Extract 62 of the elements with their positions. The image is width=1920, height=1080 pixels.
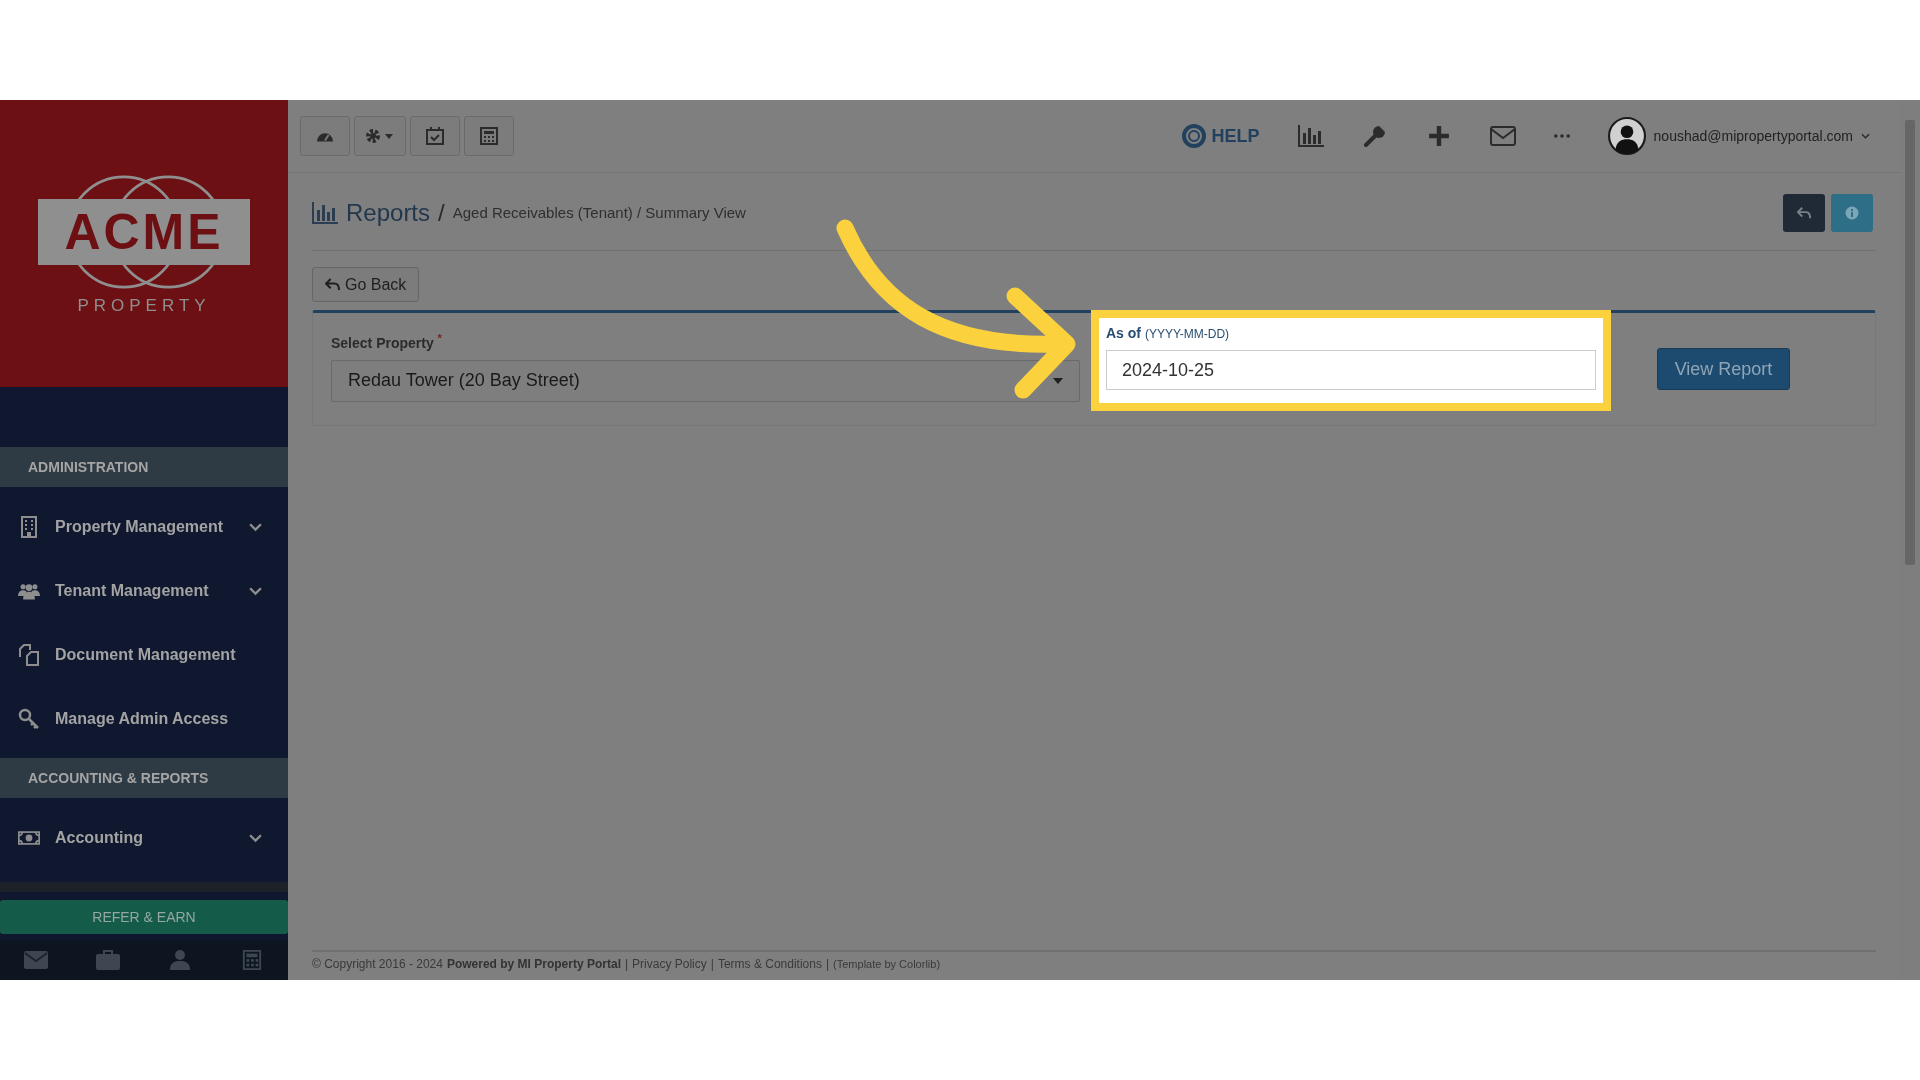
chevron-icon (249, 833, 262, 843)
user-menu[interactable]: noushad@mipropertyportal.com (1607, 117, 1870, 155)
info-button[interactable] (1831, 193, 1873, 232)
caret-icon (1861, 133, 1870, 139)
view-report-button[interactable]: View Report (1657, 348, 1790, 390)
user-icon[interactable] (168, 950, 192, 970)
back-button[interactable] (1783, 193, 1825, 232)
calculator-button[interactable] (464, 116, 514, 156)
section-header: ADMINISTRATION (0, 447, 288, 487)
footer-link[interactable]: Terms & Conditions (717, 957, 822, 971)
copyright-text: © Copyright 2016 - 2024 (312, 957, 443, 971)
sidebar-item[interactable]: Tenant Management (0, 559, 288, 623)
settings-icon (365, 127, 395, 145)
section-header: ACCOUNTING & REPORTS (0, 758, 288, 798)
user-email: noushad@mipropertyportal.com (1653, 128, 1853, 144)
sidebar-item[interactable]: Manage Admin Access (0, 687, 288, 751)
field-label: As of (YYYY-MM-DD) (1106, 325, 1231, 341)
help-button[interactable]: HELP (1181, 124, 1260, 148)
chevron-icon (249, 586, 262, 596)
sidebar-item[interactable]: Property Management (0, 495, 288, 559)
reply-arrow-icon (1797, 205, 1811, 220)
reply-arrow-icon (325, 278, 340, 291)
footer-separator: | (710, 957, 714, 971)
calendar-check-icon (426, 127, 444, 145)
key-icon (18, 708, 40, 730)
briefcase-icon[interactable] (96, 950, 120, 970)
date-field[interactable]: 2024-10-25 (1106, 350, 1596, 390)
building-icon (18, 516, 40, 538)
template-credit: (Template by Colorlib) (833, 958, 941, 970)
avatar-icon (1607, 117, 1646, 155)
mail-icon[interactable] (1489, 125, 1516, 147)
footer-separator: | (624, 957, 629, 971)
footer-link[interactable]: Privacy Policy (632, 957, 707, 971)
wrench-icon[interactable] (1361, 125, 1388, 147)
powered-by-text: Powered by MI Property Portal (446, 957, 621, 971)
go-back-button[interactable]: Go Back (312, 267, 420, 302)
settings-button[interactable] (354, 116, 406, 156)
lifebuoy-icon (1181, 124, 1206, 148)
sidebar-item[interactable]: Document Management (0, 623, 288, 687)
property-select[interactable]: Redau Tower (20 Bay Street) (331, 359, 1080, 402)
mail-icon[interactable] (24, 950, 48, 970)
sidebar-item[interactable]: Accounting (0, 806, 288, 870)
info-icon (1845, 205, 1859, 220)
page-title: Reports (346, 198, 431, 227)
dashboard-button[interactable] (300, 116, 350, 156)
more-icon[interactable] (1553, 134, 1570, 138)
field-label: Select Property $^{*}$ (331, 332, 443, 351)
logo-tagline: PROPERTY (77, 295, 211, 316)
bar-chart-icon[interactable] (1297, 125, 1324, 147)
chevron-icon (249, 522, 262, 532)
caret-icon (1053, 377, 1063, 384)
breadcrumb-path: Aged Receivables (Tenant) / Summary View (452, 204, 746, 221)
logo-wordmark: ACME (38, 198, 250, 265)
calculator-icon (480, 127, 498, 145)
breadcrumb-separator: / (438, 198, 445, 227)
refer-button[interactable]: REFER & EARN (0, 900, 288, 934)
documents-icon (18, 644, 40, 666)
footer-separator: | (825, 957, 830, 971)
scrollbar-thumb[interactable] (1905, 120, 1915, 565)
bar-chart-icon (312, 201, 338, 224)
calculator-icon[interactable] (240, 950, 264, 970)
calendar-button[interactable] (410, 116, 460, 156)
